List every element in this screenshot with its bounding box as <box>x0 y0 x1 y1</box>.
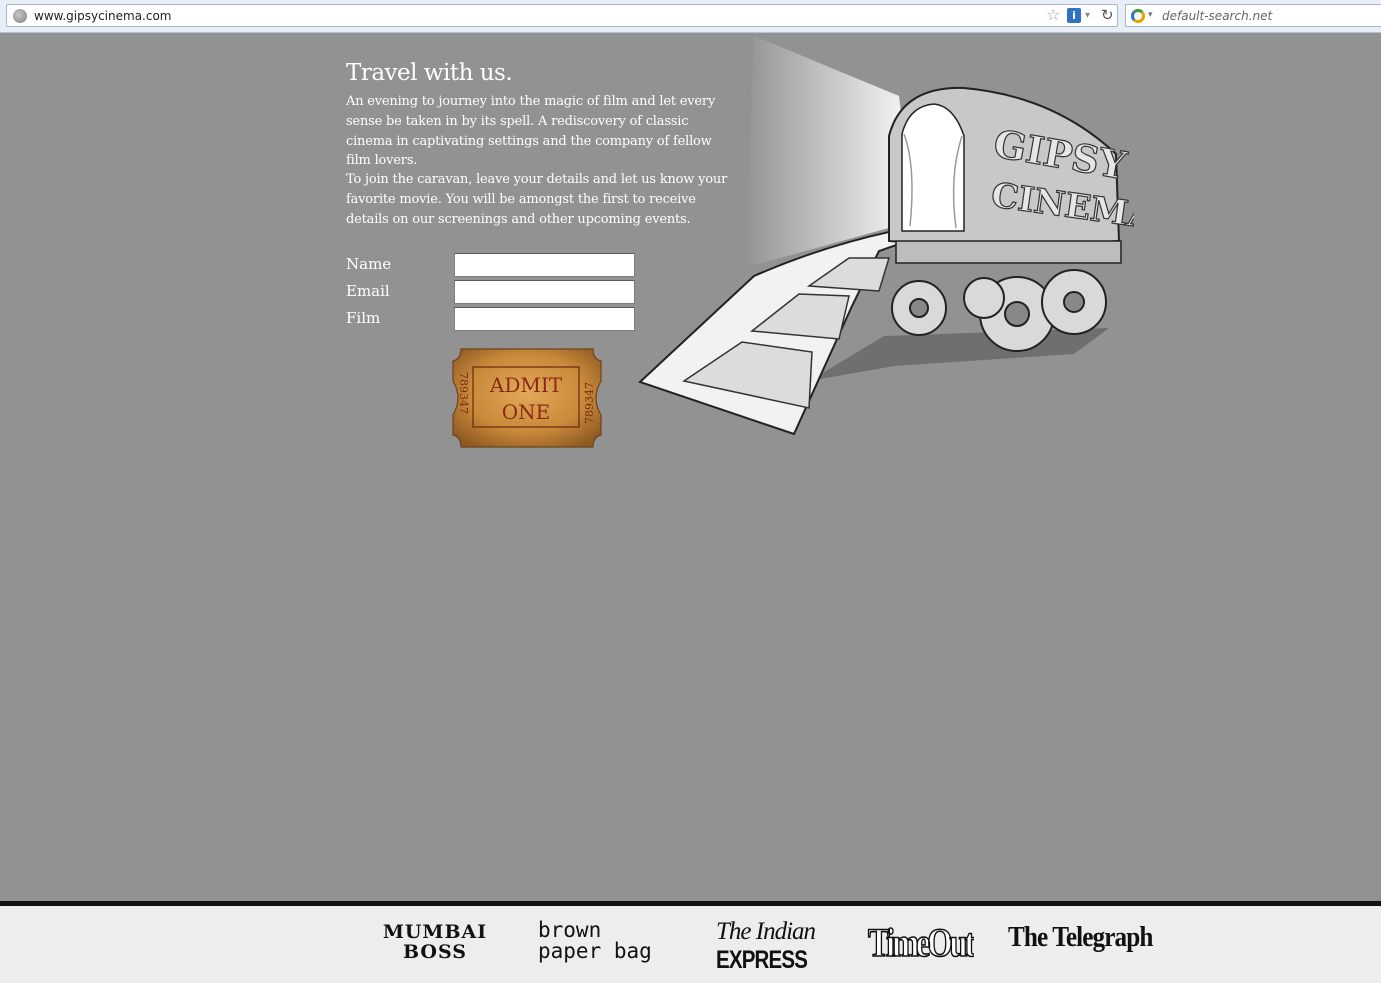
mumbai-boss-logo[interactable]: MUMBAI BOSS <box>369 922 501 962</box>
browser-toolbar: www.gipsycinema.com ☆ i ▾ ↻ ▾ default-se… <box>0 0 1381 33</box>
chevron-down-icon[interactable]: ▾ <box>1085 7 1090 25</box>
address-bar[interactable]: www.gipsycinema.com ☆ i ▾ ↻ <box>6 4 1118 27</box>
info-icon[interactable]: i <box>1067 8 1081 23</box>
brown-paper-bag-logo[interactable]: brown paper bag <box>538 920 652 962</box>
telegraph-logo[interactable]: The Telegraph <box>1008 922 1153 954</box>
film-label: Film <box>346 309 381 327</box>
search-engine-dropdown-icon[interactable]: ▾ <box>1148 7 1153 23</box>
search-input[interactable]: default-search.net <box>1162 9 1272 23</box>
ticket-line1: ADMIT <box>489 373 563 397</box>
email-label: Email <box>346 282 390 300</box>
email-field[interactable] <box>454 280 635 304</box>
search-bar[interactable]: ▾ default-search.net <box>1125 4 1381 27</box>
gipsy-cinema-caravan-illustration: GIPSY CINEMA <box>638 36 1134 436</box>
press-footer: MUMBAI BOSS brown paper bag The Indian E… <box>0 906 1381 983</box>
address-bar-url[interactable]: www.gipsycinema.com <box>34 9 171 23</box>
ticket-serial-left: 789347 <box>457 372 470 414</box>
search-engine-icon[interactable] <box>1131 9 1145 23</box>
caravan-shadow <box>809 328 1109 381</box>
indian-express-logo-line2: EXPRESS <box>716 946 808 974</box>
name-label: Name <box>346 255 392 273</box>
ticket-serial-right: 789347 <box>583 382 596 424</box>
page-title: Travel with us. <box>346 60 513 86</box>
bookmark-star-icon[interactable]: ☆ <box>1046 6 1060 24</box>
admit-one-ticket-button[interactable]: ADMIT ONE 789347 789347 <box>451 347 603 449</box>
name-field[interactable] <box>454 253 635 277</box>
brown-paper-bag-logo-line1: brown <box>538 918 602 942</box>
reload-icon[interactable]: ↻ <box>1101 5 1114 25</box>
mumbai-boss-logo-line1: MUMBAI <box>382 921 488 943</box>
brown-paper-bag-logo-line2: paper bag <box>538 939 652 963</box>
globe-icon <box>13 9 27 23</box>
timeout-logo-text: TimeOut <box>868 920 974 964</box>
indian-express-logo[interactable]: The Indian EXPRESS <box>716 918 827 975</box>
indian-express-logo-line1: The Indian <box>716 918 816 945</box>
film-field[interactable] <box>454 307 635 331</box>
mumbai-boss-logo-line2: BOSS <box>403 941 467 963</box>
ticket-line2: ONE <box>502 400 551 424</box>
timeout-logo[interactable]: TimeOut <box>866 920 974 964</box>
